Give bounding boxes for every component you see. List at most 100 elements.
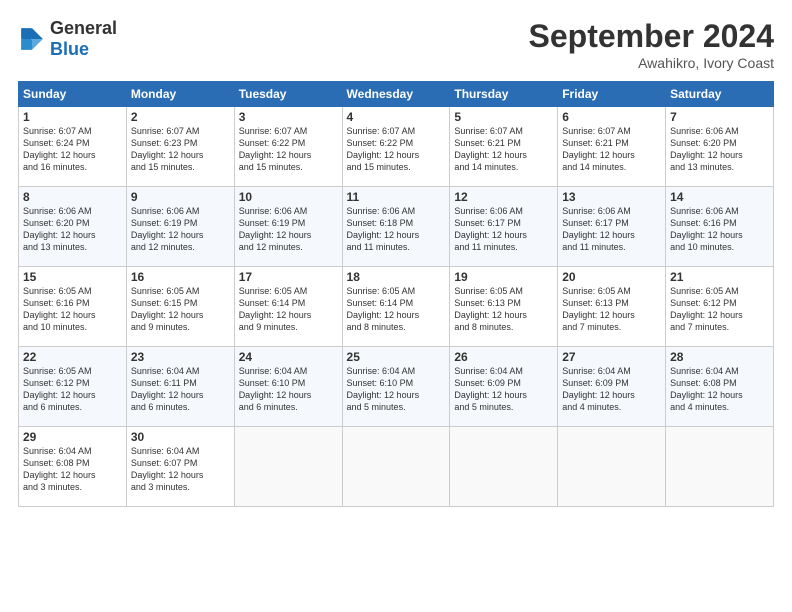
logo-blue: Blue (50, 39, 89, 59)
table-row: 10Sunrise: 6:06 AM Sunset: 6:19 PM Dayli… (234, 187, 342, 267)
day-number: 11 (347, 190, 446, 204)
day-number: 17 (239, 270, 338, 284)
table-row: 6Sunrise: 6:07 AM Sunset: 6:21 PM Daylig… (558, 107, 666, 187)
table-row: 8Sunrise: 6:06 AM Sunset: 6:20 PM Daylig… (19, 187, 127, 267)
day-number: 26 (454, 350, 553, 364)
table-row: 13Sunrise: 6:06 AM Sunset: 6:17 PM Dayli… (558, 187, 666, 267)
cell-info: Sunrise: 6:04 AM Sunset: 6:07 PM Dayligh… (131, 445, 230, 494)
cell-info: Sunrise: 6:07 AM Sunset: 6:22 PM Dayligh… (347, 125, 446, 174)
table-row: 24Sunrise: 6:04 AM Sunset: 6:10 PM Dayli… (234, 347, 342, 427)
cell-info: Sunrise: 6:05 AM Sunset: 6:13 PM Dayligh… (454, 285, 553, 334)
cell-info: Sunrise: 6:04 AM Sunset: 6:11 PM Dayligh… (131, 365, 230, 414)
table-row: 2Sunrise: 6:07 AM Sunset: 6:23 PM Daylig… (126, 107, 234, 187)
cell-info: Sunrise: 6:06 AM Sunset: 6:20 PM Dayligh… (670, 125, 769, 174)
day-number: 7 (670, 110, 769, 124)
day-number: 25 (347, 350, 446, 364)
table-row (666, 427, 774, 507)
day-number: 2 (131, 110, 230, 124)
day-number: 16 (131, 270, 230, 284)
day-number: 15 (23, 270, 122, 284)
cell-info: Sunrise: 6:07 AM Sunset: 6:21 PM Dayligh… (562, 125, 661, 174)
table-row: 17Sunrise: 6:05 AM Sunset: 6:14 PM Dayli… (234, 267, 342, 347)
col-wednesday: Wednesday (342, 82, 450, 107)
cell-info: Sunrise: 6:04 AM Sunset: 6:10 PM Dayligh… (239, 365, 338, 414)
cell-info: Sunrise: 6:05 AM Sunset: 6:16 PM Dayligh… (23, 285, 122, 334)
header: General Blue September 2024 Awahikro, Iv… (18, 18, 774, 71)
cell-info: Sunrise: 6:04 AM Sunset: 6:08 PM Dayligh… (23, 445, 122, 494)
calendar-header-row: Sunday Monday Tuesday Wednesday Thursday… (19, 82, 774, 107)
table-row: 4Sunrise: 6:07 AM Sunset: 6:22 PM Daylig… (342, 107, 450, 187)
table-row: 26Sunrise: 6:04 AM Sunset: 6:09 PM Dayli… (450, 347, 558, 427)
day-number: 14 (670, 190, 769, 204)
logo: General Blue (18, 18, 117, 60)
cell-info: Sunrise: 6:06 AM Sunset: 6:17 PM Dayligh… (562, 205, 661, 254)
table-row: 20Sunrise: 6:05 AM Sunset: 6:13 PM Dayli… (558, 267, 666, 347)
day-number: 18 (347, 270, 446, 284)
table-row: 7Sunrise: 6:06 AM Sunset: 6:20 PM Daylig… (666, 107, 774, 187)
day-number: 30 (131, 430, 230, 444)
logo-icon (18, 25, 46, 53)
day-number: 21 (670, 270, 769, 284)
table-row: 14Sunrise: 6:06 AM Sunset: 6:16 PM Dayli… (666, 187, 774, 267)
day-number: 3 (239, 110, 338, 124)
table-row (342, 427, 450, 507)
table-row: 12Sunrise: 6:06 AM Sunset: 6:17 PM Dayli… (450, 187, 558, 267)
day-number: 6 (562, 110, 661, 124)
table-row: 16Sunrise: 6:05 AM Sunset: 6:15 PM Dayli… (126, 267, 234, 347)
cell-info: Sunrise: 6:04 AM Sunset: 6:10 PM Dayligh… (347, 365, 446, 414)
cell-info: Sunrise: 6:05 AM Sunset: 6:15 PM Dayligh… (131, 285, 230, 334)
title-section: September 2024 Awahikro, Ivory Coast (529, 18, 774, 71)
table-row: 18Sunrise: 6:05 AM Sunset: 6:14 PM Dayli… (342, 267, 450, 347)
day-number: 22 (23, 350, 122, 364)
table-row (558, 427, 666, 507)
cell-info: Sunrise: 6:06 AM Sunset: 6:17 PM Dayligh… (454, 205, 553, 254)
table-row: 15Sunrise: 6:05 AM Sunset: 6:16 PM Dayli… (19, 267, 127, 347)
cell-info: Sunrise: 6:05 AM Sunset: 6:14 PM Dayligh… (239, 285, 338, 334)
table-row: 28Sunrise: 6:04 AM Sunset: 6:08 PM Dayli… (666, 347, 774, 427)
table-row: 1Sunrise: 6:07 AM Sunset: 6:24 PM Daylig… (19, 107, 127, 187)
calendar-table: Sunday Monday Tuesday Wednesday Thursday… (18, 81, 774, 507)
table-row: 3Sunrise: 6:07 AM Sunset: 6:22 PM Daylig… (234, 107, 342, 187)
cell-info: Sunrise: 6:06 AM Sunset: 6:19 PM Dayligh… (239, 205, 338, 254)
cell-info: Sunrise: 6:07 AM Sunset: 6:22 PM Dayligh… (239, 125, 338, 174)
cell-info: Sunrise: 6:05 AM Sunset: 6:12 PM Dayligh… (670, 285, 769, 334)
cell-info: Sunrise: 6:06 AM Sunset: 6:18 PM Dayligh… (347, 205, 446, 254)
col-tuesday: Tuesday (234, 82, 342, 107)
table-row: 25Sunrise: 6:04 AM Sunset: 6:10 PM Dayli… (342, 347, 450, 427)
table-row: 19Sunrise: 6:05 AM Sunset: 6:13 PM Dayli… (450, 267, 558, 347)
day-number: 4 (347, 110, 446, 124)
cell-info: Sunrise: 6:05 AM Sunset: 6:12 PM Dayligh… (23, 365, 122, 414)
table-row: 23Sunrise: 6:04 AM Sunset: 6:11 PM Dayli… (126, 347, 234, 427)
cell-info: Sunrise: 6:07 AM Sunset: 6:24 PM Dayligh… (23, 125, 122, 174)
cell-info: Sunrise: 6:06 AM Sunset: 6:20 PM Dayligh… (23, 205, 122, 254)
cell-info: Sunrise: 6:07 AM Sunset: 6:21 PM Dayligh… (454, 125, 553, 174)
logo-general: General (50, 18, 117, 38)
day-number: 10 (239, 190, 338, 204)
col-friday: Friday (558, 82, 666, 107)
calendar-week-row: 22Sunrise: 6:05 AM Sunset: 6:12 PM Dayli… (19, 347, 774, 427)
logo-text: General Blue (50, 18, 117, 60)
day-number: 5 (454, 110, 553, 124)
calendar-week-row: 1Sunrise: 6:07 AM Sunset: 6:24 PM Daylig… (19, 107, 774, 187)
cell-info: Sunrise: 6:04 AM Sunset: 6:09 PM Dayligh… (562, 365, 661, 414)
cell-info: Sunrise: 6:04 AM Sunset: 6:08 PM Dayligh… (670, 365, 769, 414)
day-number: 24 (239, 350, 338, 364)
day-number: 13 (562, 190, 661, 204)
calendar-week-row: 8Sunrise: 6:06 AM Sunset: 6:20 PM Daylig… (19, 187, 774, 267)
day-number: 27 (562, 350, 661, 364)
table-row: 9Sunrise: 6:06 AM Sunset: 6:19 PM Daylig… (126, 187, 234, 267)
cell-info: Sunrise: 6:06 AM Sunset: 6:16 PM Dayligh… (670, 205, 769, 254)
cell-info: Sunrise: 6:06 AM Sunset: 6:19 PM Dayligh… (131, 205, 230, 254)
calendar-week-row: 15Sunrise: 6:05 AM Sunset: 6:16 PM Dayli… (19, 267, 774, 347)
col-saturday: Saturday (666, 82, 774, 107)
table-row (234, 427, 342, 507)
table-row: 21Sunrise: 6:05 AM Sunset: 6:12 PM Dayli… (666, 267, 774, 347)
cell-info: Sunrise: 6:05 AM Sunset: 6:13 PM Dayligh… (562, 285, 661, 334)
cell-info: Sunrise: 6:04 AM Sunset: 6:09 PM Dayligh… (454, 365, 553, 414)
table-row: 29Sunrise: 6:04 AM Sunset: 6:08 PM Dayli… (19, 427, 127, 507)
day-number: 20 (562, 270, 661, 284)
day-number: 28 (670, 350, 769, 364)
day-number: 8 (23, 190, 122, 204)
day-number: 1 (23, 110, 122, 124)
table-row: 11Sunrise: 6:06 AM Sunset: 6:18 PM Dayli… (342, 187, 450, 267)
